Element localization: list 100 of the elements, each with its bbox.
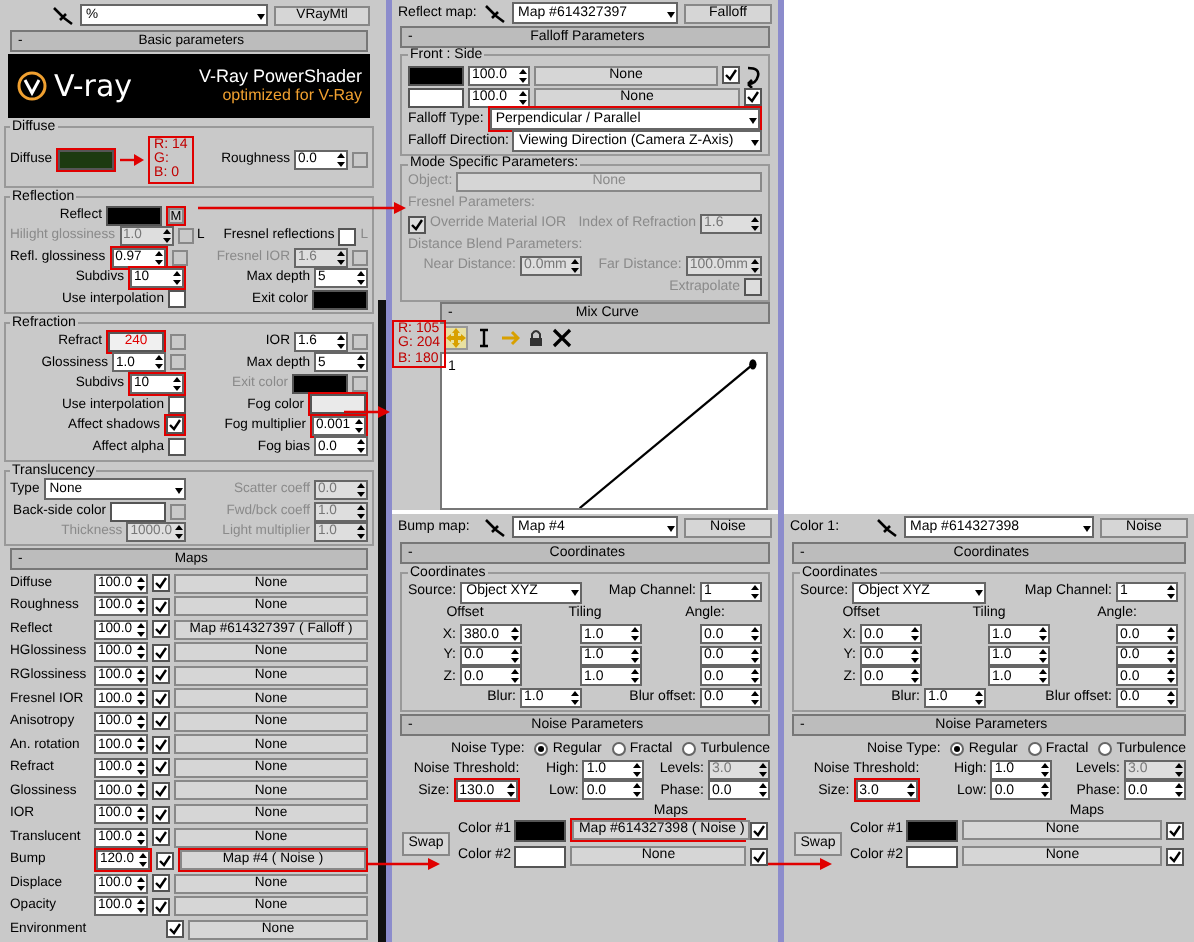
spinner-arrows-icon[interactable] [172, 375, 182, 392]
spinner-arrows-icon[interactable] [505, 782, 516, 799]
spinner-arrows-icon[interactable] [136, 736, 146, 753]
spinner-arrows-icon[interactable] [172, 270, 182, 287]
lock-icon[interactable] [526, 327, 546, 348]
spinner-arrows-icon[interactable] [510, 647, 520, 664]
spinner-arrows-icon[interactable] [1166, 626, 1176, 643]
spinner-arrows-icon[interactable] [910, 626, 920, 643]
checkbox[interactable] [152, 758, 170, 777]
spinner-arrows-icon[interactable] [136, 713, 146, 730]
spinner-arrows-icon[interactable] [750, 689, 760, 706]
spinner-arrows-icon[interactable] [750, 626, 760, 643]
spinner-arrows-icon[interactable] [136, 829, 146, 846]
scale-icon[interactable] [474, 327, 494, 348]
checkbox[interactable] [152, 689, 170, 708]
spinner-arrows-icon[interactable] [136, 875, 146, 892]
eyedropper-icon[interactable] [484, 3, 506, 23]
color-swatch[interactable] [514, 845, 567, 868]
checkbox[interactable] [152, 897, 170, 916]
checkbox[interactable] [1166, 847, 1184, 866]
spinner-arrows-icon[interactable] [1166, 689, 1176, 706]
spinner-arrows-icon[interactable] [632, 761, 643, 778]
checkbox[interactable] [156, 851, 174, 870]
checkbox[interactable] [168, 437, 186, 456]
spinner-arrows-icon[interactable] [1038, 626, 1048, 643]
spinner-arrows-icon[interactable] [750, 584, 760, 601]
checkbox[interactable] [166, 920, 184, 939]
checkbox[interactable] [744, 88, 762, 107]
spinner-arrows-icon[interactable] [750, 668, 760, 685]
spinner-arrows-icon[interactable] [136, 621, 146, 638]
spinner-arrows-icon[interactable] [136, 806, 146, 823]
spinner-arrows-icon[interactable] [1040, 761, 1051, 778]
spinner-arrows-icon[interactable] [336, 151, 346, 168]
checkbox[interactable] [1166, 821, 1184, 840]
spinner-arrows-icon[interactable] [905, 782, 916, 799]
spinner-arrows-icon[interactable] [1038, 668, 1048, 685]
checkbox[interactable] [152, 874, 170, 893]
color-swatch[interactable] [292, 373, 348, 394]
checkbox[interactable] [152, 735, 170, 754]
spinner-arrows-icon[interactable] [336, 333, 346, 350]
checkbox[interactable] [152, 805, 170, 824]
swap-icon[interactable] [744, 63, 762, 88]
eyedropper-icon[interactable] [876, 517, 898, 537]
checkbox[interactable] [750, 847, 768, 866]
spinner-arrows-icon[interactable] [518, 89, 528, 106]
spinner-arrows-icon[interactable] [630, 626, 640, 643]
checkbox[interactable] [152, 620, 170, 639]
checkbox[interactable] [152, 712, 170, 731]
spinner-arrows-icon[interactable] [153, 249, 164, 266]
spinner-arrows-icon[interactable] [910, 668, 920, 685]
checkbox[interactable] [152, 574, 170, 593]
spinner-arrows-icon[interactable] [630, 668, 640, 685]
spinner-arrows-icon[interactable] [1040, 782, 1051, 799]
checkbox[interactable] [152, 643, 170, 662]
spinner-arrows-icon[interactable] [356, 354, 366, 371]
color-swatch[interactable] [312, 289, 368, 310]
color-swatch[interactable] [408, 65, 464, 86]
spinner-arrows-icon[interactable] [154, 354, 164, 371]
spinner-arrows-icon[interactable] [136, 644, 146, 661]
delete-icon[interactable] [552, 327, 572, 348]
checkbox[interactable] [152, 666, 170, 685]
spinner-arrows-icon[interactable] [136, 598, 146, 615]
spinner-arrows-icon[interactable] [138, 852, 148, 869]
checkbox[interactable] [750, 821, 768, 840]
spinner-arrows-icon[interactable] [356, 438, 366, 455]
spinner-arrows-icon[interactable] [136, 667, 146, 684]
spinner-arrows-icon[interactable] [632, 782, 643, 799]
spinner-arrows-icon[interactable] [356, 270, 366, 287]
color-swatch[interactable] [906, 845, 959, 868]
spinner-arrows-icon[interactable] [910, 647, 920, 664]
color-swatch[interactable] [514, 819, 567, 842]
spinner-arrows-icon[interactable] [354, 417, 364, 434]
spinner-arrows-icon[interactable] [1166, 584, 1176, 601]
color-swatch[interactable] [906, 819, 959, 842]
spinner-arrows-icon[interactable] [750, 647, 760, 664]
checkbox[interactable] [722, 66, 740, 85]
spinner-arrows-icon[interactable] [974, 689, 984, 706]
color-swatch[interactable] [408, 87, 464, 108]
spinner-arrows-icon[interactable] [136, 782, 146, 799]
checkbox[interactable] [152, 828, 170, 847]
eyedropper-icon[interactable] [52, 5, 74, 25]
spinner-arrows-icon[interactable] [1166, 647, 1176, 664]
eyedropper-icon[interactable] [484, 517, 506, 537]
checkbox[interactable] [152, 781, 170, 800]
color-swatch[interactable] [110, 501, 166, 522]
spinner-arrows-icon[interactable] [1038, 647, 1048, 664]
color-swatch[interactable] [106, 205, 162, 226]
spinner-arrows-icon[interactable] [518, 67, 528, 84]
spinner-arrows-icon[interactable] [570, 689, 580, 706]
spinner-arrows-icon[interactable] [1166, 668, 1176, 685]
spinner-arrows-icon[interactable] [630, 647, 640, 664]
spinner-arrows-icon[interactable] [510, 626, 520, 643]
spinner-arrows-icon[interactable] [136, 898, 146, 915]
spinner-arrows-icon[interactable] [136, 690, 146, 707]
move-icon[interactable] [444, 325, 468, 350]
checkbox[interactable] [152, 597, 170, 616]
spinner-arrows-icon[interactable] [1174, 782, 1184, 799]
spinner-arrows-icon[interactable] [510, 668, 520, 685]
spinner-arrows-icon[interactable] [758, 782, 768, 799]
checkbox[interactable] [338, 227, 357, 246]
